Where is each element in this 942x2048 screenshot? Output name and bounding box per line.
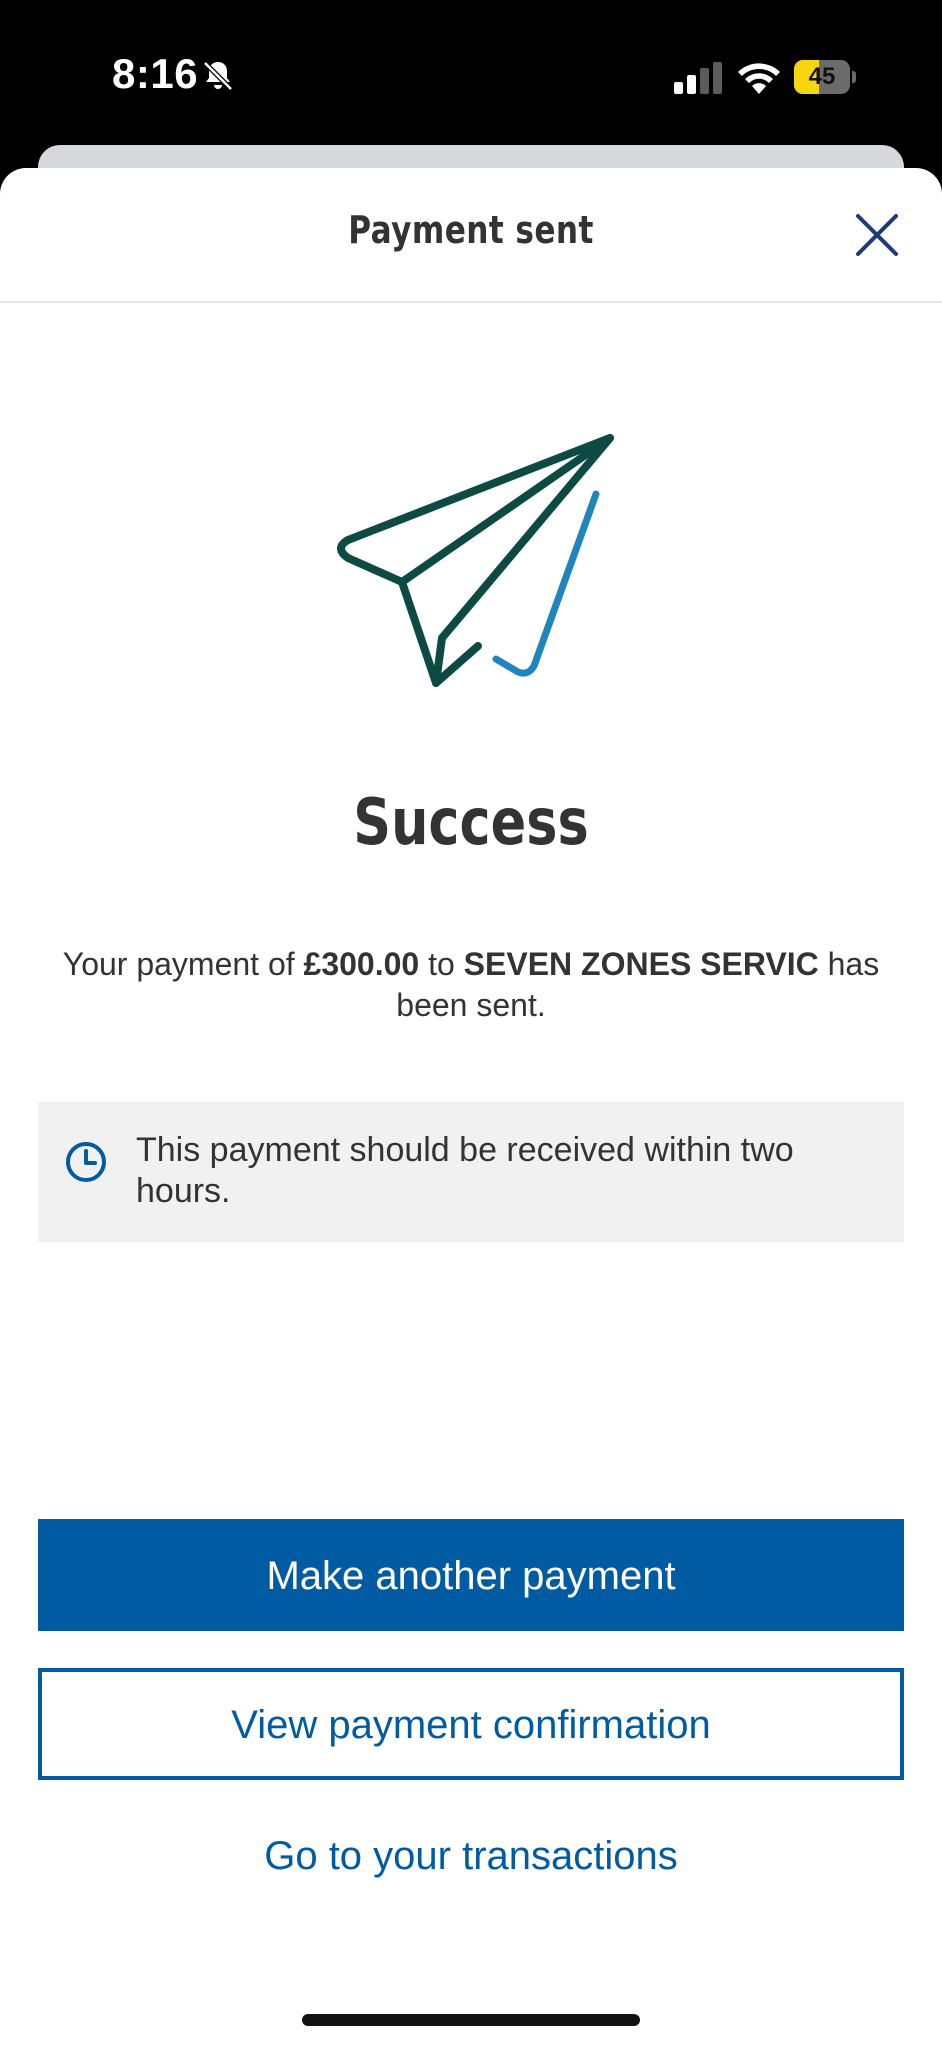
message-mid: to [419, 946, 464, 982]
info-text: This payment should be received within t… [136, 1131, 794, 1210]
payment-sent-sheet: Payment sent Success Your payment of £30… [0, 168, 942, 2048]
status-bar: 8:16 45 [0, 0, 942, 150]
payment-amount: £300.00 [303, 946, 420, 982]
wifi-icon [738, 63, 780, 94]
close-icon[interactable] [852, 210, 902, 260]
success-title: Success [353, 786, 589, 860]
make-another-payment-button[interactable]: Make another payment [38, 1519, 904, 1631]
page-title: Payment sent [348, 208, 594, 252]
cellular-signal-icon [674, 62, 722, 94]
status-time: 8:16 [112, 50, 199, 97]
home-indicator[interactable] [302, 2014, 640, 2026]
go-to-transactions-link[interactable]: Go to your transactions [38, 1816, 904, 1896]
battery-level: 45 [808, 63, 836, 90]
bell-slash-icon [203, 61, 233, 91]
view-payment-confirmation-button[interactable]: View payment confirmation [38, 1668, 904, 1780]
info-notice: This payment should be received within t… [38, 1102, 904, 1242]
sheet-header: Payment sent [0, 168, 942, 303]
payment-message: Your payment of £300.00 to SEVEN ZONES S… [40, 944, 902, 1026]
message-prefix: Your payment of [62, 946, 304, 982]
clock-icon [66, 1142, 106, 1182]
payee-name: SEVEN ZONES SERVIC [463, 946, 819, 982]
battery-icon: 45 [794, 60, 856, 94]
paper-plane-check-icon [337, 434, 614, 687]
